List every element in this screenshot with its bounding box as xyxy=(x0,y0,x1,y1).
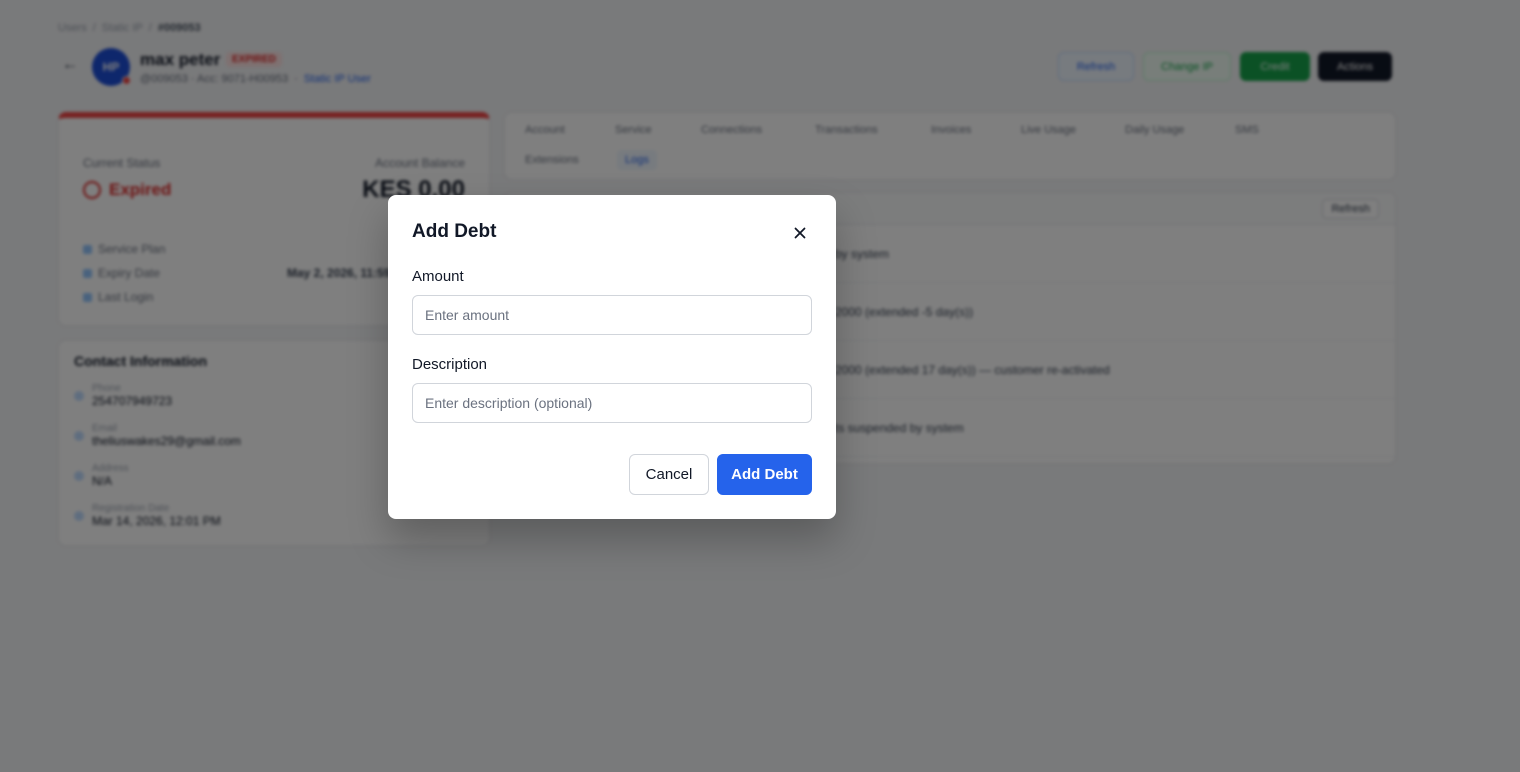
description-input[interactable] xyxy=(412,383,812,423)
amount-input[interactable] xyxy=(412,295,812,335)
description-label: Description xyxy=(412,356,488,373)
amount-label: Amount xyxy=(412,268,464,285)
add-debt-button[interactable]: Add Debt xyxy=(717,454,812,495)
cancel-button[interactable]: Cancel xyxy=(629,454,709,495)
add-debt-dialog: Add Debt Amount Description Cancel Add D… xyxy=(388,195,836,519)
dialog-title: Add Debt xyxy=(412,221,497,242)
close-icon[interactable] xyxy=(790,223,810,243)
